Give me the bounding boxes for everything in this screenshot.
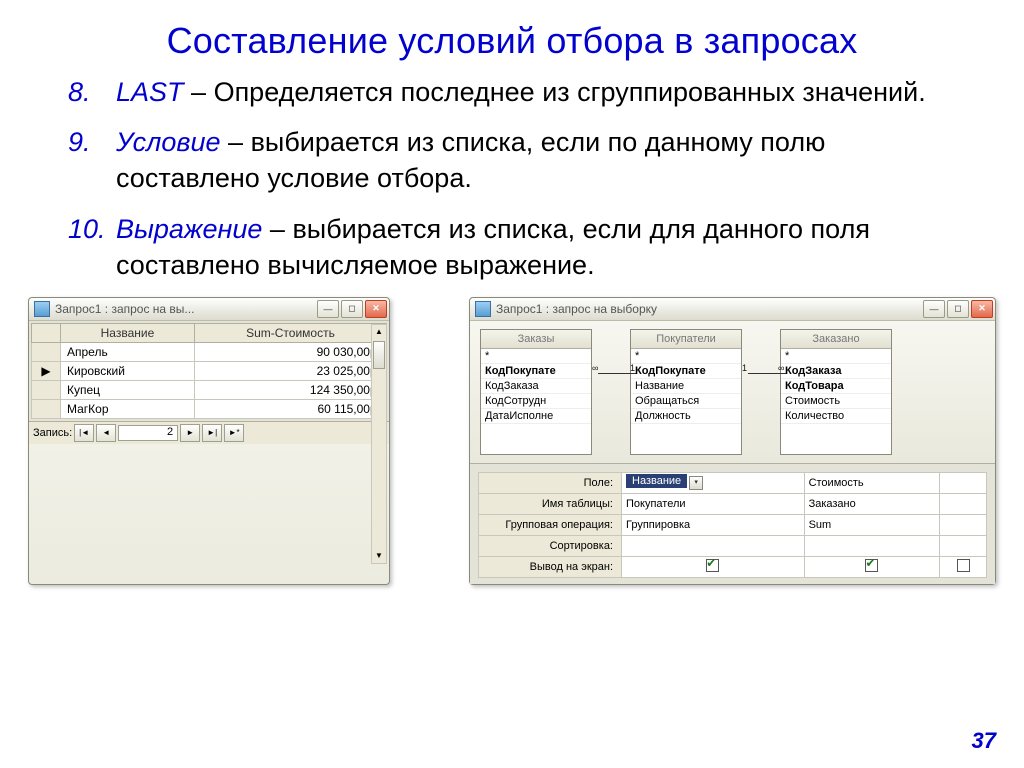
vertical-scrollbar[interactable]: ▲ ▼ [371, 324, 387, 564]
groupop-cell[interactable]: Sum [804, 514, 940, 535]
titlebar[interactable]: Запрос1 : запрос на выборку — ◻ ✕ [470, 298, 995, 321]
row-selector-header[interactable] [32, 323, 61, 342]
grid-row-label: Поле: [479, 472, 622, 493]
cardinality-label-inf: ∞ [778, 363, 784, 373]
record-navigator: Запись: |◄ ◄ 2 ► ►| ►* [29, 421, 389, 444]
bullet-10: 10. Выражение – выбирается из списка, ес… [68, 211, 928, 283]
table-card-header[interactable]: Покупатели [631, 330, 741, 349]
datasheet-window: Запрос1 : запрос на вы... — ◻ ✕ Название… [28, 297, 390, 585]
bullet-keyword: Условие [116, 127, 221, 157]
window-title: Запрос1 : запрос на выборку [496, 302, 923, 316]
bullet-8: 8. LAST – Определяется последнее из сгру… [68, 74, 928, 110]
record-label: Запись: [33, 427, 72, 439]
titlebar[interactable]: Запрос1 : запрос на вы... — ◻ ✕ [29, 298, 389, 321]
column-header[interactable]: Sum-Стоимость [194, 323, 386, 342]
scroll-down-icon[interactable]: ▼ [375, 549, 383, 563]
column-header[interactable]: Название [61, 323, 195, 342]
nav-next-button[interactable]: ► [180, 424, 200, 442]
page-number: 37 [972, 728, 996, 754]
groupop-cell[interactable]: Группировка [622, 514, 805, 535]
table-row[interactable]: Купец124 350,00р. [32, 380, 387, 399]
table-card-header[interactable]: Заказано [781, 330, 891, 349]
close-button[interactable]: ✕ [971, 300, 993, 318]
sort-cell[interactable] [622, 535, 805, 556]
window-icon [475, 301, 491, 317]
minimize-button[interactable]: — [923, 300, 945, 318]
bullet-number: 10. [68, 211, 106, 247]
bullet-text: Определяется последнее из сгруппированны… [214, 77, 926, 107]
table-cell[interactable]: Заказано [804, 493, 940, 514]
scroll-thumb[interactable] [373, 341, 385, 369]
checkbox-icon[interactable] [957, 559, 970, 572]
grid-row-label: Имя таблицы: [479, 493, 622, 514]
checkbox-icon[interactable] [865, 559, 878, 572]
sort-cell[interactable] [804, 535, 940, 556]
show-checkbox-cell[interactable] [622, 556, 805, 577]
scroll-up-icon[interactable]: ▲ [375, 325, 383, 339]
bullet-list: 8. LAST – Определяется последнее из сгру… [68, 74, 928, 283]
field-cell[interactable]: Название▾ [622, 472, 805, 493]
window-icon [34, 301, 50, 317]
table-card-zakazano[interactable]: Заказано * КодЗаказа КодТовара Стоимость… [780, 329, 892, 455]
nav-first-button[interactable]: |◄ [74, 424, 94, 442]
bullet-number: 8. [68, 74, 91, 110]
maximize-button[interactable]: ◻ [341, 300, 363, 318]
relationship-pane[interactable]: Заказы * КодПокупате КодЗаказа КодСотруд… [470, 321, 995, 464]
query-design-window: Запрос1 : запрос на выборку — ◻ ✕ Заказы… [469, 297, 996, 585]
table-row[interactable]: ▶Кировский23 025,00р. [32, 361, 387, 380]
table-cell[interactable]: Покупатели [622, 493, 805, 514]
nav-new-button[interactable]: ►* [224, 424, 244, 442]
field-cell[interactable] [940, 472, 987, 493]
table-card-pokupateli[interactable]: Покупатели * КодПокупате Название Обраща… [630, 329, 742, 455]
bullet-keyword: Выражение [116, 214, 270, 244]
nav-last-button[interactable]: ►| [202, 424, 222, 442]
maximize-button[interactable]: ◻ [947, 300, 969, 318]
close-button[interactable]: ✕ [365, 300, 387, 318]
bullet-number: 9. [68, 124, 91, 160]
minimize-button[interactable]: — [317, 300, 339, 318]
dropdown-icon[interactable]: ▾ [689, 476, 703, 490]
grid-row-label: Групповая операция: [479, 514, 622, 535]
checkbox-icon[interactable] [706, 559, 719, 572]
table-card-zakazy[interactable]: Заказы * КодПокупате КодЗаказа КодСотруд… [480, 329, 592, 455]
slide-title: Составление условий отбора в запросах [28, 20, 996, 62]
field-cell[interactable]: Стоимость [804, 472, 940, 493]
bullet-9: 9. Условие – выбирается из списка, если … [68, 124, 928, 196]
qbe-grid[interactable]: Поле: Название▾ Стоимость Имя таблицы: П… [478, 472, 987, 578]
relationship-line[interactable] [598, 373, 636, 374]
table-card-header[interactable]: Заказы [481, 330, 591, 349]
bullet-keyword: LAST [116, 77, 184, 107]
cardinality-label-inf: ∞ [592, 363, 598, 373]
show-checkbox-cell[interactable] [804, 556, 940, 577]
datasheet-grid[interactable]: Название Sum-Стоимость Апрель90 030,00р.… [31, 323, 387, 419]
window-title: Запрос1 : запрос на вы... [55, 302, 317, 316]
nav-prev-button[interactable]: ◄ [96, 424, 116, 442]
cardinality-label-one: 1 [630, 363, 635, 373]
relationship-line[interactable] [748, 373, 786, 374]
cardinality-label-one: 1 [742, 363, 747, 373]
grid-row-label: Вывод на экран: [479, 556, 622, 577]
table-row[interactable]: МагКор60 115,00р. [32, 399, 387, 418]
table-row[interactable]: Апрель90 030,00р. [32, 342, 387, 361]
record-number-input[interactable]: 2 [118, 425, 178, 441]
grid-row-label: Сортировка: [479, 535, 622, 556]
